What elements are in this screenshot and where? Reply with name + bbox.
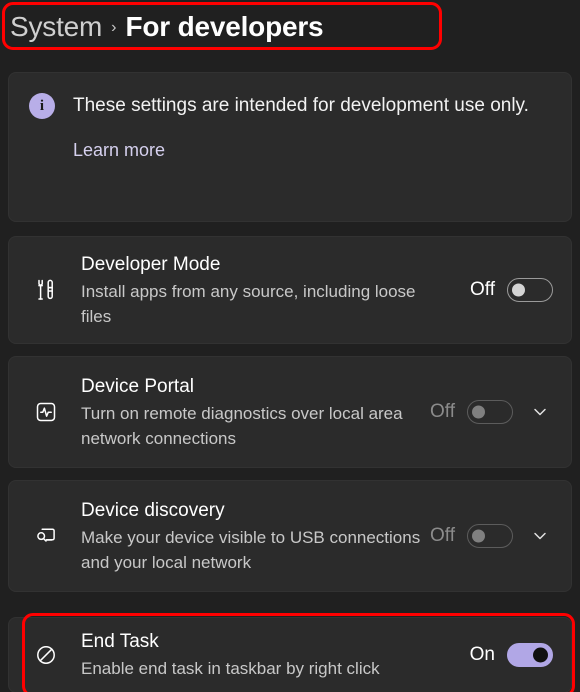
setting-description: Enable end task in taskbar by right clic…: [81, 659, 380, 678]
setting-row-device-discovery[interactable]: Device discovery Make your device visibl…: [8, 480, 572, 592]
pulse-monitor-icon: [27, 399, 65, 425]
toggle-knob: [533, 647, 548, 663]
breadcrumb-parent-system[interactable]: System: [10, 11, 102, 43]
info-banner: i These settings are intended for develo…: [8, 72, 572, 222]
setting-description: Install apps from any source, including …: [81, 281, 416, 326]
toggle-knob: [472, 529, 485, 543]
page-title: For developers: [125, 11, 324, 42]
setting-description: Turn on remote diagnostics over local ar…: [81, 403, 403, 448]
developer-mode-toggle[interactable]: [507, 278, 553, 302]
device-discovery-toggle[interactable]: [467, 524, 513, 548]
breadcrumb-separator-icon: ›: [111, 19, 117, 36]
chevron-down-icon[interactable]: [527, 523, 553, 549]
setting-description: Make your device visible to USB connecti…: [81, 527, 421, 572]
setting-title: Developer Mode: [81, 253, 221, 275]
toggle-knob: [512, 283, 525, 297]
toggle-knob: [472, 405, 485, 419]
device-search-icon: [27, 523, 65, 549]
learn-more-link[interactable]: Learn more: [73, 140, 165, 161]
breadcrumb: System › For developers: [10, 8, 324, 46]
end-task-toggle[interactable]: [507, 643, 553, 667]
toggle-state-label: On: [469, 644, 495, 665]
info-banner-message: These settings are intended for developm…: [73, 95, 529, 116]
info-circle-icon: i: [29, 93, 55, 119]
setting-row-end-task[interactable]: End Task Enable end task in taskbar by r…: [8, 617, 572, 692]
setting-title: Device Portal: [81, 375, 194, 397]
toggle-state-label: Off: [470, 279, 495, 300]
setting-title: End Task: [81, 631, 159, 652]
chevron-down-icon[interactable]: [527, 399, 553, 425]
tools-icon: [27, 277, 65, 303]
setting-row-device-portal[interactable]: Device Portal Turn on remote diagnostics…: [8, 356, 572, 468]
device-portal-toggle[interactable]: [467, 400, 513, 424]
prohibition-icon: [27, 642, 65, 668]
toggle-state-label: Off: [430, 401, 455, 422]
toggle-state-label: Off: [430, 525, 455, 546]
setting-title: Device discovery: [81, 499, 225, 521]
setting-row-developer-mode[interactable]: Developer Mode Install apps from any sou…: [8, 236, 572, 344]
